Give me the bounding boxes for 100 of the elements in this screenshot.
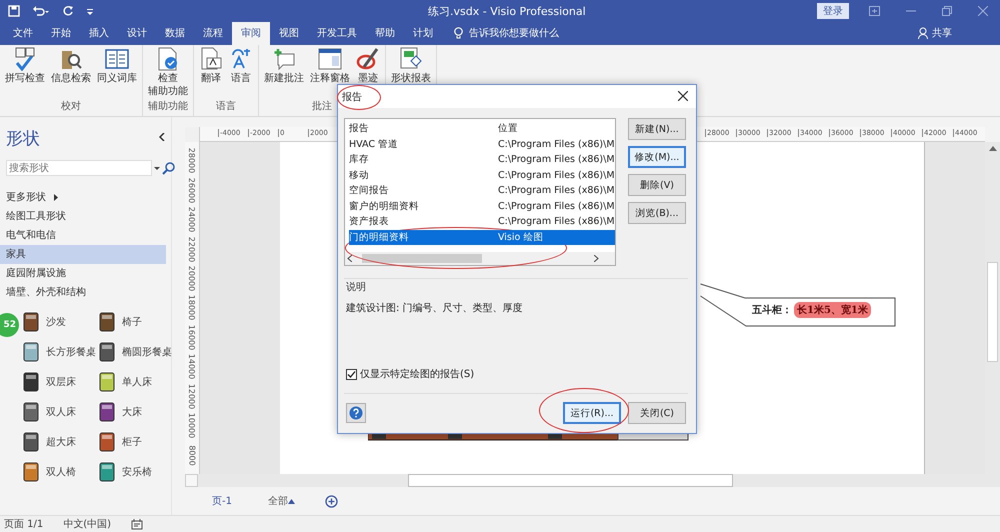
add-page-icon[interactable] [324,494,338,508]
group-label: 辅助功能 [148,100,188,114]
stencil-item[interactable]: 庭园附属设施 [0,264,166,283]
stencil-item[interactable]: 电气和电信 [0,226,166,245]
shape-item[interactable]: 柜子 [98,432,172,452]
dialog-button[interactable]: 新建(N)... [628,118,686,140]
list-row[interactable]: 移动 C:\Program Files (x86)\M [349,168,615,183]
list-row[interactable]: HVAC 管道 C:\Program Files (x86)\M [349,136,615,152]
list-row[interactable]: 窗户的明细资料 C:\Program Files (x86)\M [349,198,615,214]
customize-icon[interactable] [86,7,94,15]
dialog-button[interactable]: 删除(V) [628,174,686,196]
column-header[interactable]: 位置 [498,122,518,136]
list-row[interactable]: 库存 C:\Program Files (x86)\M [349,152,615,168]
scroll-thumb[interactable] [987,262,998,362]
shape-item[interactable]: 安乐椅 [98,462,172,482]
ribbon-tab[interactable]: 文件 [4,22,42,45]
section-label: 说明 [345,281,367,295]
window-title: 练习.vsdx - Visio Professional [428,4,587,18]
ribbon-tab[interactable]: 帮助 [366,22,404,45]
scroll-left-icon[interactable] [347,255,352,262]
more-shapes-menu[interactable]: 更多形状 [0,188,166,207]
help-button[interactable] [346,403,366,423]
description-text: 建筑设计图: 门编号、尺寸、类型、厚度 [345,302,524,316]
stencil-item[interactable]: 家具 [0,245,166,264]
ruler-label: 20000 [188,266,196,292]
ribbon-button[interactable]: 新建批注 [263,47,305,99]
ribbon-button[interactable]: 翻译 [198,47,224,99]
dialog-button[interactable]: 运行(R)... [563,402,621,424]
search-field[interactable]: 搜索形状 [6,160,152,176]
dialog-button[interactable]: 修改(M)... [628,146,686,168]
highlighted-text: 长1米5、宽1米 [794,302,871,318]
ribbon-button[interactable]: 检查 辅助功能 [147,47,189,99]
person-icon[interactable] [918,27,929,39]
macro-icon[interactable] [131,518,144,530]
column-header[interactable]: 报告 [349,122,498,136]
scroll-up-icon[interactable] [988,145,996,151]
dialog-button[interactable]: 关闭(C) [628,402,686,424]
save-icon[interactable] [8,5,20,17]
ribbon-tab[interactable]: 计划 [404,22,442,45]
ruler-label: 18000 [188,295,196,321]
ribbon-tab[interactable]: 开发工具 [308,22,366,45]
shape-item[interactable]: 长方形餐桌 [22,342,98,362]
dialog-button[interactable]: 浏览(B)... [628,202,686,224]
ink-icon [356,47,380,71]
ribbon-button[interactable]: 语言 [228,47,254,99]
shape-item[interactable]: 双人椅 [22,462,98,482]
group-label: 校对 [61,100,81,114]
ribbon-tab[interactable]: 设计 [118,22,156,45]
stencil-item[interactable]: 墙壁、外壳和结构 [0,283,166,302]
ruler-label: 10000 [188,413,196,439]
ribbon-button[interactable]: 信息检索 [50,47,92,99]
shape-item[interactable]: 椭圆形餐桌 [98,342,172,362]
restore-icon[interactable] [942,6,952,16]
close-icon [678,91,688,101]
spell-icon [13,47,37,71]
ribbon-button[interactable]: 同义词库 [96,47,138,99]
ribbon-tab[interactable]: 流程 [194,22,232,45]
ribbon-tab[interactable]: 开始 [42,22,80,45]
ribbon-button[interactable]: 拼写检查 [4,47,46,99]
ribbon-tab[interactable]: 插入 [80,22,118,45]
list-row[interactable]: 资产报表 C:\Program Files (x86)\M [349,214,615,230]
language-icon [229,47,253,71]
ribbon-tab[interactable]: 数据 [156,22,194,45]
list-row[interactable]: 门的明细资料 Visio 绘图 [349,230,615,245]
stencil-item[interactable]: 绘图工具形状 [0,207,166,226]
dropdown-icon[interactable] [154,165,160,171]
scroll-thumb[interactable] [408,474,733,487]
group-label: 批注 [312,100,332,114]
undo-icon[interactable] [32,5,50,17]
shape-item[interactable]: 沙发 [22,312,98,332]
shape-item[interactable]: 单人床 [98,372,172,392]
status-text: 页面 1/1 [4,518,44,531]
page-tab[interactable]: 页-1 [206,493,238,509]
ruler-label: 14000 [188,354,196,380]
lightbulb-icon[interactable] [454,26,463,40]
ruler-label: 22000 [188,236,196,262]
redo-icon[interactable] [62,5,74,17]
shape-item[interactable]: 大床 [98,402,172,422]
search-icon[interactable] [162,161,176,175]
scroll-right-icon[interactable] [594,255,599,262]
caret-icon [288,499,295,504]
tell-me-field[interactable]: 告诉我你想要做什么 [469,26,559,40]
shape-item[interactable]: 双层床 [22,372,98,392]
close-icon[interactable] [978,6,988,16]
shape-item[interactable]: 椅子 [98,312,172,332]
scroll-thumb[interactable] [362,254,482,263]
checkbox-label: 仅显示特定绘图的报告(S) [360,368,474,381]
ribbon-tab[interactable]: 审阅 [232,22,270,45]
share-button[interactable]: 共享 [932,26,952,40]
callout-label: 五斗柜： [752,304,792,317]
shape-item[interactable]: 双人床 [22,402,98,422]
collapse-icon[interactable] [159,133,165,141]
checkbox[interactable] [346,368,357,380]
sign-in-button[interactable]: 登录 [817,3,849,19]
ribbon-display-icon[interactable] [869,6,880,16]
panel-title: 形状 [5,128,40,150]
shape-item[interactable]: 超大床 [22,432,98,452]
all-pages-button[interactable]: 全部 [262,493,301,509]
list-row[interactable]: 空间报告 C:\Program Files (x86)\M [349,183,615,198]
ribbon-tab[interactable]: 视图 [270,22,308,45]
